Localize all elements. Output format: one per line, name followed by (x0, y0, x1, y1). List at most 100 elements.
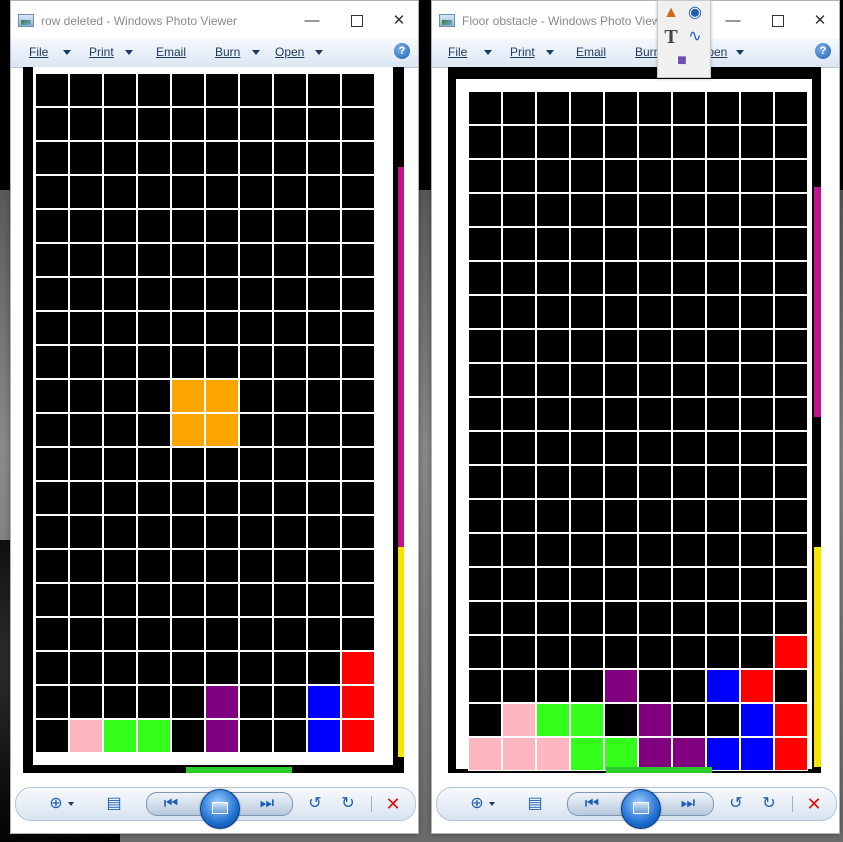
board-cell (502, 635, 536, 669)
title-bar[interactable]: row deleted - Windows Photo Viewer — ✕ (11, 1, 418, 39)
board-cell (468, 465, 502, 499)
board-cell (35, 651, 69, 685)
board-cell (205, 481, 239, 515)
board-cell (171, 73, 205, 107)
slideshow-icon[interactable] (200, 789, 240, 829)
menu-open[interactable]: Open (275, 45, 304, 59)
chevron-down-icon[interactable] (736, 50, 744, 55)
previous-icon[interactable]: ⏮ (582, 794, 602, 814)
block-cell (706, 737, 740, 771)
board-cell (740, 159, 774, 193)
board-cell (740, 91, 774, 125)
paint-icon[interactable]: ◉ (685, 3, 705, 23)
help-icon[interactable]: ? (815, 43, 831, 59)
board-cell (536, 635, 570, 669)
board-cell (137, 685, 171, 719)
menu-burn[interactable]: Burn (215, 45, 240, 59)
board-cell (672, 91, 706, 125)
rotate-counterclockwise-icon[interactable]: ↺ (726, 794, 746, 814)
rotate-clockwise-icon[interactable]: ↻ (338, 794, 358, 814)
chevron-down-icon[interactable] (489, 802, 495, 806)
menu-print[interactable]: Print (89, 45, 114, 59)
board-cell (638, 533, 672, 567)
minimize-button[interactable]: — (721, 10, 745, 32)
actual-size-icon[interactable]: ▤ (104, 794, 124, 814)
next-icon[interactable]: ⏭ (257, 794, 277, 814)
close-button[interactable]: ✕ (808, 10, 832, 32)
chevron-down-icon[interactable] (252, 50, 260, 55)
tetris-board (468, 91, 808, 771)
title-bar[interactable]: Floor obstacle - Windows Photo Viewer — … (432, 1, 839, 39)
board-cell (307, 243, 341, 277)
board-cell (239, 141, 273, 175)
text-icon[interactable]: T (661, 27, 681, 47)
chevron-down-icon[interactable] (546, 50, 554, 55)
help-icon[interactable]: ? (394, 43, 410, 59)
menu-email-label: Email (156, 45, 187, 59)
block-cell (69, 719, 103, 753)
board-cell (672, 329, 706, 363)
maximize-button[interactable] (766, 10, 790, 32)
board-cell (468, 601, 502, 635)
maximize-button[interactable] (345, 10, 369, 32)
next-icon[interactable]: ⏭ (678, 794, 698, 814)
chevron-down-icon[interactable] (484, 50, 492, 55)
previous-icon[interactable]: ⏮ (161, 794, 181, 814)
board-cell (103, 379, 137, 413)
slideshow-icon[interactable] (621, 789, 661, 829)
board-cell (740, 397, 774, 431)
delete-icon[interactable]: ✕ (804, 794, 824, 814)
minimize-button[interactable]: — (300, 10, 324, 32)
actual-size-icon[interactable]: ▤ (525, 794, 545, 814)
zoom-icon[interactable]: ⊕ (46, 794, 66, 814)
menu-email-label: Email (576, 45, 607, 59)
board-cell (273, 583, 307, 617)
board-cell (604, 567, 638, 601)
board-cell (341, 107, 375, 141)
board-cell (273, 311, 307, 345)
photo-viewer-app-icon[interactable] (439, 14, 455, 27)
stamp-icon[interactable]: ▲ (661, 3, 681, 23)
tetris-board (35, 73, 375, 753)
chevron-down-icon[interactable] (125, 50, 133, 55)
board-cell (341, 73, 375, 107)
block-cell (570, 703, 604, 737)
photo-viewer-app-icon[interactable] (18, 14, 34, 27)
background-stripe (398, 547, 404, 757)
chevron-down-icon[interactable] (63, 50, 71, 55)
chevron-down-icon[interactable] (68, 802, 74, 806)
board-cell (137, 481, 171, 515)
board-cell (706, 91, 740, 125)
zoom-icon[interactable]: ⊕ (467, 794, 487, 814)
menu-print[interactable]: Print (510, 45, 535, 59)
board-cell (706, 635, 740, 669)
menu-file[interactable]: File (29, 45, 48, 59)
board-cell (468, 261, 502, 295)
board-cell (468, 431, 502, 465)
board-cell (171, 719, 205, 753)
shapes-icon[interactable]: ■ (672, 51, 692, 71)
divider (792, 796, 793, 812)
board-cell (103, 549, 137, 583)
menu-email[interactable]: Email (576, 45, 606, 59)
board-cell (536, 567, 570, 601)
navigation-group: ⏮ ⏭ (567, 789, 714, 829)
board-cell (604, 159, 638, 193)
curve-icon[interactable]: ∿ (685, 27, 705, 47)
chevron-down-icon[interactable] (315, 50, 323, 55)
board-cell (468, 159, 502, 193)
board-cell (239, 515, 273, 549)
board-cell (638, 669, 672, 703)
close-button[interactable]: ✕ (387, 10, 411, 32)
board-cell (35, 73, 69, 107)
board-cell (604, 601, 638, 635)
delete-icon[interactable]: ✕ (383, 794, 403, 814)
rotate-counterclockwise-icon[interactable]: ↺ (305, 794, 325, 814)
board-cell (103, 481, 137, 515)
rotate-clockwise-icon[interactable]: ↻ (759, 794, 779, 814)
menu-file[interactable]: File (448, 45, 467, 59)
block-cell (774, 635, 808, 669)
board-cell (103, 345, 137, 379)
board-cell (171, 175, 205, 209)
menu-email[interactable]: Email (156, 45, 186, 59)
